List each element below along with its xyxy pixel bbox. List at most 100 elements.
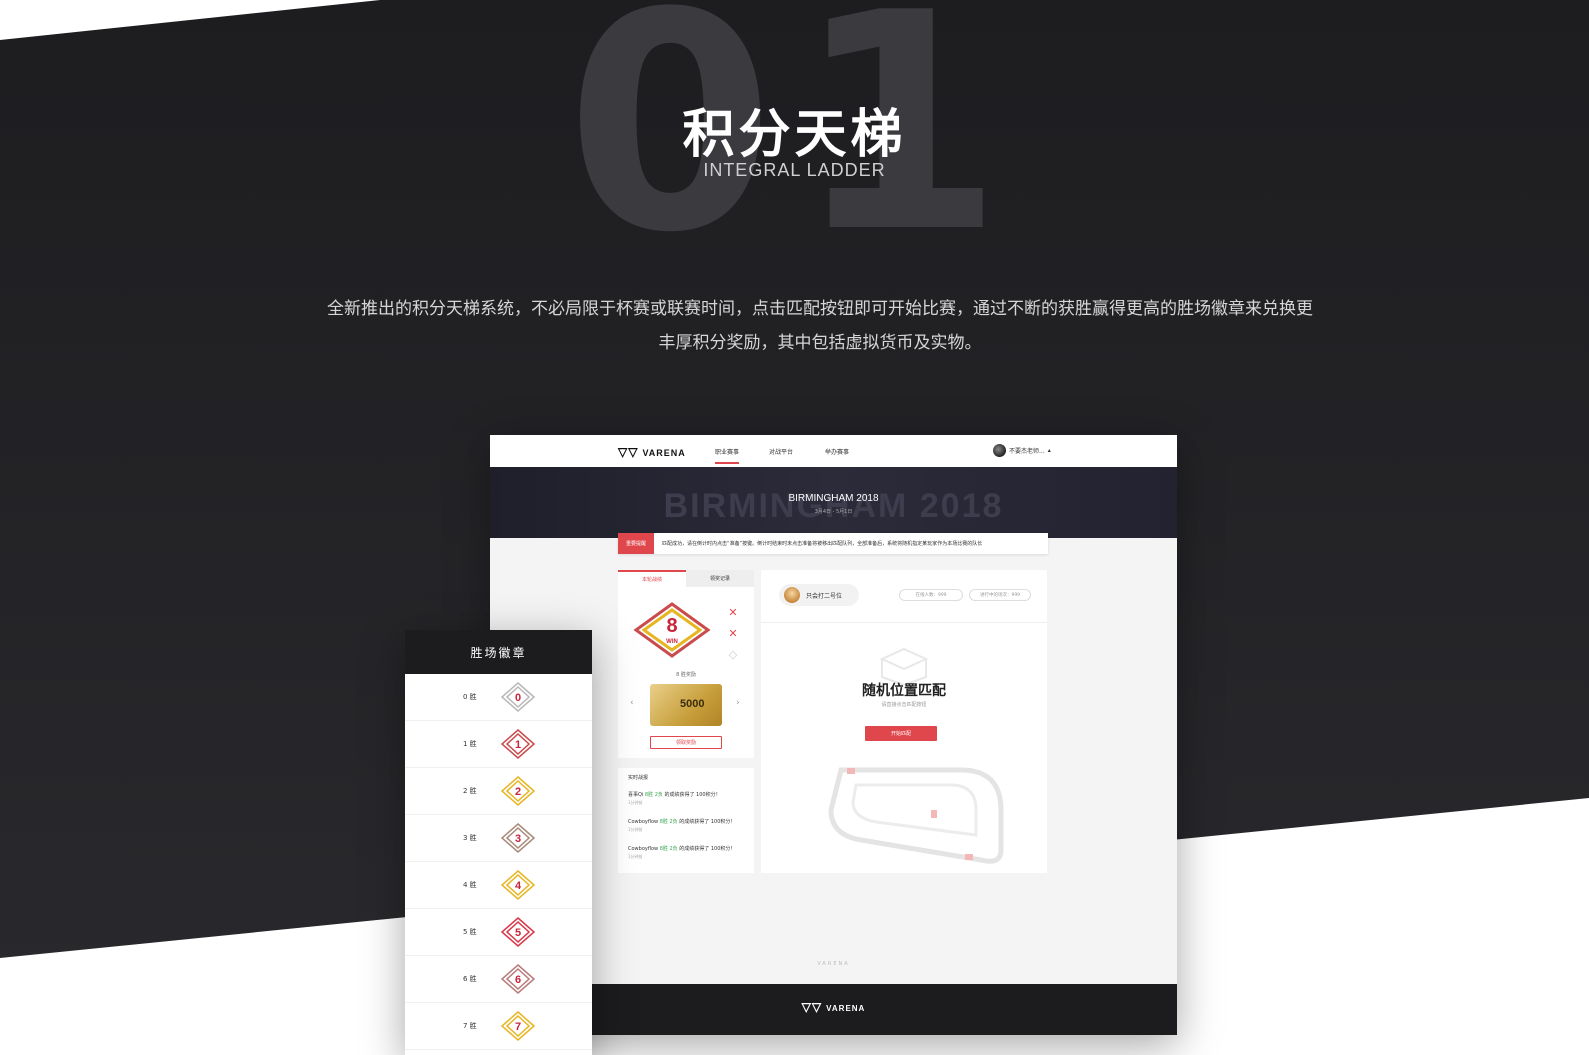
feed-text: 的成绩获得了 100积分！ [679, 846, 736, 852]
badge-row: 0 胜 0 [405, 674, 592, 721]
win-badge-icon: 5 [501, 917, 535, 947]
tab-round-record[interactable]: 本轮战绩 [618, 570, 686, 587]
logo-mark-icon: ▽▽ [801, 1000, 823, 1014]
reward-label: 8 胜奖励 [676, 672, 696, 678]
loss-x-icon: ✕ [728, 627, 738, 640]
list-item: 喜事Qi 8胜 2负 的成绩获得了 100积分！ 1分钟前 [628, 791, 744, 806]
event-banner: BIRMINGHAM 2018 BIRMINGHAM 2018 3月4日 - 5… [490, 467, 1177, 538]
reward-amount: 5000 [680, 698, 705, 710]
badge-row: 2 胜 2 [405, 768, 592, 815]
win-badge-icon: 7 [501, 1011, 535, 1041]
feed-time: 1分钟前 [628, 854, 643, 859]
caret-up-icon: ▴ [1047, 447, 1051, 454]
empty-diamond-icon: ◇ [728, 648, 738, 661]
feed-text: 的成绩获得了 100积分！ [664, 792, 721, 798]
round-record-panel: 本轮战绩 领奖记录 8 WIN ✕ ✕ ◇ 8 胜奖励 ‹ 5000 › 领取奖… [618, 570, 754, 758]
description-line: 丰厚积分奖励，其中包括虚拟货币及实物。 [658, 333, 982, 353]
start-match-button[interactable]: 开始匹配 [865, 726, 937, 741]
win-word: WIN [666, 639, 678, 645]
badge-label: 7 胜 [463, 1022, 477, 1030]
loss-x-icon: ✕ [728, 606, 738, 619]
footer-logo-text: VARENA [826, 1004, 866, 1013]
badge-row: 1 胜 1 [405, 721, 592, 768]
badge-number: 5 [515, 927, 521, 939]
page-title: 积分天梯 [682, 105, 907, 165]
feed-user: 喜事Qi [628, 792, 644, 798]
badge-number: 2 [515, 786, 521, 798]
feed-text: 的成绩获得了 100积分！ [679, 819, 736, 825]
badge-number: 6 [515, 974, 521, 986]
badge-row: 5 胜 5 [405, 909, 592, 956]
matchmaking-panel: 只会打二号位 在线人数：999 进行中的场次：999 随机位置匹配 请直接点击匹… [761, 570, 1047, 873]
badge-row: 4 胜 4 [405, 862, 592, 909]
nav-item-pro-events[interactable]: 职业赛事 [715, 447, 740, 464]
online-count-badge: 在线人数：999 [899, 589, 963, 601]
reward-card: 5000 [650, 684, 722, 726]
banner-title: BIRMINGHAM 2018 [788, 493, 879, 504]
badge-label: 6 胜 [463, 975, 477, 983]
notice-tag: 重要提醒 [618, 533, 654, 554]
feed-user: Cowboyflow [628, 819, 659, 825]
nav-item-battle-platform[interactable]: 对战平台 [769, 447, 793, 456]
badge-label: 3 胜 [463, 834, 477, 842]
feed-time: 1分钟前 [628, 800, 643, 805]
badge-label: 2 胜 [463, 787, 477, 795]
badge-row: 6 胜 6 [405, 956, 592, 1003]
logo-text: VARENA [642, 448, 686, 458]
panel-tabs: 本轮战绩 领奖记录 [618, 570, 754, 587]
win-badge-icon: 4 [501, 870, 535, 900]
tab-reward-history[interactable]: 领奖记录 [686, 570, 754, 587]
win-badges-panel: 胜场徽章 0 胜 0 1 胜 1 2 胜 2 3 胜 3 4 胜 4 5 胜 5 6 胜 6 7 胜 7 [405, 630, 592, 1055]
map-outline-icon [828, 767, 1004, 864]
player-chip[interactable]: 只会打二号位 [779, 584, 859, 606]
notice-text: 匹配成功，请在倒计时内点击“准备”按键。倒计时结束时未点击准备将被移出匹配队列，… [662, 541, 983, 547]
top-nav: ▽▽ VARENA 职业赛事 对战平台 举办赛事 不要杰老师... ▴ [490, 435, 1177, 467]
win-badge-icon: 2 [501, 776, 535, 806]
footer-logo[interactable]: ▽▽ VARENA [490, 1000, 1177, 1014]
win-badge-icon: 0 [501, 682, 535, 712]
feed-record: 8胜 2负 [659, 819, 678, 825]
badge-row: 3 胜 3 [405, 815, 592, 862]
win-badge-icon: 1 [501, 729, 535, 759]
page-subtitle: INTEGRAL LADDER [703, 160, 886, 180]
ladder-page-mockup: ▽▽ VARENA 职业赛事 对战平台 举办赛事 不要杰老师... ▴ BIRMI… [490, 435, 1177, 1035]
banner-date: 3月4日 - 5月1日 [814, 509, 853, 515]
avatar [993, 444, 1006, 457]
feed-record: 8胜 2负 [644, 792, 663, 798]
page-description: 全新推出的积分天梯系统，不必局限于杯赛或联赛时间，点击匹配按钮即可开始比赛，通过… [270, 292, 1370, 360]
badge-list: 0 胜 0 1 胜 1 2 胜 2 3 胜 3 4 胜 4 5 胜 5 6 胜 6 7 胜 7 [405, 674, 592, 1050]
badge-number: 4 [515, 880, 522, 892]
claim-reward-button[interactable]: 领取奖励 [650, 736, 722, 749]
footer: ▽▽ VARENA [490, 984, 1177, 1035]
badge-row: 7 胜 7 [405, 1003, 592, 1050]
list-item: Cowboyflow 8胜 2负 的成绩获得了 100积分！ 1分钟前 [628, 845, 744, 860]
chevron-left-icon[interactable]: ‹ [630, 698, 634, 708]
varena-logo[interactable]: ▽▽ VARENA [618, 445, 686, 459]
user-menu[interactable]: 不要杰老师... ▴ [993, 444, 1051, 457]
logo-mark-icon: ▽▽ [618, 445, 639, 459]
chevron-right-icon[interactable]: › [736, 698, 740, 708]
match-title: 随机位置匹配 [862, 683, 946, 699]
badge-label: 0 胜 [463, 693, 477, 701]
loss-marks: ✕ ✕ ◇ [726, 602, 740, 665]
feed-user: Cowboyflow [628, 846, 659, 852]
win-badge-icon: 3 [501, 823, 535, 853]
badge-label: 4 胜 [463, 881, 477, 889]
list-item: Cowboyflow 8胜 2负 的成绩获得了 100积分！ 1分钟前 [628, 818, 744, 833]
page: 0 1 积分天梯 INTEGRAL LADDER 全新推出的积分天梯系统，不必局限… [0, 0, 1589, 1055]
badge-label: 1 胜 [463, 740, 477, 748]
divider [761, 622, 1047, 623]
live-feed-panel: 实时战报 喜事Qi 8胜 2负 的成绩获得了 100积分！ 1分钟前 Cowbo… [618, 768, 754, 873]
nav-item-host-events[interactable]: 举办赛事 [825, 447, 849, 456]
feed-title: 实时战报 [628, 775, 649, 781]
avatar [784, 587, 800, 603]
notice-bar: 重要提醒 匹配成功，请在倒计时内点击“准备”按键。倒计时结束时未点击准备将被移出… [618, 533, 1048, 554]
description-line: 全新推出的积分天梯系统，不必局限于杯赛或联赛时间，点击匹配按钮即可开始比赛，通过… [327, 299, 1313, 319]
badge-number: 0 [515, 692, 521, 704]
user-name: 不要杰老师... [1009, 448, 1045, 455]
feed-record: 8胜 2负 [659, 846, 678, 852]
match-subtitle: 请直接点击匹配按钮 [881, 702, 927, 708]
win-badge-icon: 6 [501, 964, 535, 994]
panel-title: 胜场徽章 [405, 630, 592, 674]
badge-number: 7 [515, 1021, 521, 1033]
